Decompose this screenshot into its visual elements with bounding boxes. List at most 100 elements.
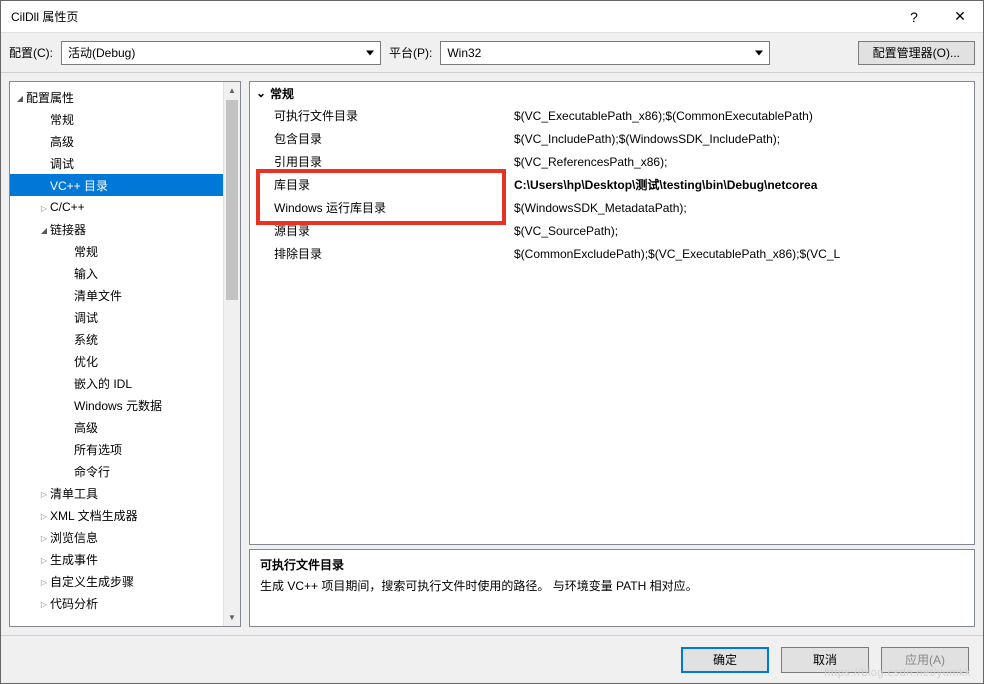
tree-item[interactable]: 嵌入的 IDL — [10, 372, 240, 394]
tree-item[interactable]: 命令行 — [10, 460, 240, 482]
tree-item-label: 常规 — [74, 243, 98, 260]
tree-scrollbar[interactable]: ▲ ▼ — [223, 82, 240, 626]
tree-item[interactable]: 生成事件 — [10, 548, 240, 570]
platform-value: Win32 — [447, 46, 481, 60]
titlebar: CilDll 属性页 ? ✕ — [1, 1, 983, 33]
expand-icon[interactable] — [14, 90, 26, 104]
property-key: 源目录 — [250, 222, 510, 239]
tree-item-label: 常规 — [50, 111, 74, 128]
property-key: 可执行文件目录 — [250, 107, 510, 124]
property-row[interactable]: Windows 运行库目录$(WindowsSDK_MetadataPath); — [250, 196, 974, 219]
tree-item-label: 浏览信息 — [50, 529, 98, 546]
property-row[interactable]: 引用目录$(VC_ReferencesPath_x86); — [250, 150, 974, 173]
tree-item-label: C/C++ — [50, 200, 85, 214]
property-value[interactable]: $(VC_IncludePath);$(WindowsSDK_IncludePa… — [510, 132, 974, 146]
tree-item[interactable]: 清单文件 — [10, 284, 240, 306]
category-tree[interactable]: 配置属性常规高级调试VC++ 目录C/C++链接器常规输入清单文件调试系统优化嵌… — [10, 82, 240, 618]
description-body: 生成 VC++ 项目期间，搜索可执行文件时使用的路径。 与环境变量 PATH 相… — [260, 577, 964, 594]
property-value[interactable]: $(VC_ExecutablePath_x86);$(CommonExecuta… — [510, 109, 974, 123]
tree-item-label: 所有选项 — [74, 441, 122, 458]
property-value[interactable]: C:\Users\hp\Desktop\测试\testing\bin\Debug… — [510, 176, 974, 193]
property-value[interactable]: $(WindowsSDK_MetadataPath); — [510, 201, 974, 215]
tree-item[interactable]: 优化 — [10, 350, 240, 372]
expand-icon[interactable] — [38, 530, 50, 544]
collapse-icon[interactable] — [38, 222, 50, 236]
tree-item[interactable]: 高级 — [10, 130, 240, 152]
description-panel: 可执行文件目录 生成 VC++ 项目期间，搜索可执行文件时使用的路径。 与环境变… — [249, 549, 975, 627]
tree-item-label: 链接器 — [50, 221, 86, 238]
tree-item[interactable]: 输入 — [10, 262, 240, 284]
tree-item[interactable]: VC++ 目录 — [10, 174, 240, 196]
expand-icon[interactable] — [38, 552, 50, 566]
property-key: 库目录 — [250, 176, 510, 193]
expand-icon[interactable] — [256, 86, 270, 100]
expand-icon[interactable] — [38, 596, 50, 610]
config-platform-bar: 配置(C): 活动(Debug) 平台(P): Win32 配置管理器(O)..… — [1, 33, 983, 73]
config-combo[interactable]: 活动(Debug) — [61, 41, 381, 65]
apply-button[interactable]: 应用(A) — [881, 647, 969, 673]
tree-item[interactable]: 系统 — [10, 328, 240, 350]
tree-item[interactable]: 链接器 — [10, 218, 240, 240]
tree-item[interactable]: 所有选项 — [10, 438, 240, 460]
scroll-down-icon[interactable]: ▼ — [224, 609, 240, 626]
cancel-button[interactable]: 取消 — [781, 647, 869, 673]
property-page-dialog: CilDll 属性页 ? ✕ 配置(C): 活动(Debug) 平台(P): W… — [0, 0, 984, 684]
tree-item[interactable]: 常规 — [10, 240, 240, 262]
property-value[interactable]: $(VC_SourcePath); — [510, 224, 974, 238]
tree-item[interactable]: 浏览信息 — [10, 526, 240, 548]
ok-button[interactable]: 确定 — [681, 647, 769, 673]
tree-item-label: 高级 — [50, 133, 74, 150]
property-value[interactable]: $(CommonExcludePath);$(VC_ExecutablePath… — [510, 247, 974, 261]
config-value: 活动(Debug) — [68, 44, 135, 61]
tree-item[interactable]: 调试 — [10, 152, 240, 174]
expand-icon[interactable] — [38, 486, 50, 500]
dialog-footer: 确定 取消 应用(A) https://blog.csdn.net/yumkk — [1, 635, 983, 683]
platform-combo[interactable]: Win32 — [440, 41, 770, 65]
right-panel: 常规 可执行文件目录$(VC_ExecutablePath_x86);$(Com… — [249, 81, 975, 627]
tree-item-label: 输入 — [74, 265, 98, 282]
tree-item-label: XML 文档生成器 — [50, 507, 138, 524]
property-grid[interactable]: 常规 可执行文件目录$(VC_ExecutablePath_x86);$(Com… — [249, 81, 975, 545]
property-row[interactable]: 排除目录$(CommonExcludePath);$(VC_Executable… — [250, 242, 974, 265]
property-key: 排除目录 — [250, 245, 510, 262]
tree-item-label: 命令行 — [74, 463, 110, 480]
tree-item[interactable]: 自定义生成步骤 — [10, 570, 240, 592]
tree-item[interactable]: XML 文档生成器 — [10, 504, 240, 526]
config-manager-button[interactable]: 配置管理器(O)... — [858, 41, 975, 65]
tree-item[interactable]: 代码分析 — [10, 592, 240, 614]
property-row[interactable]: 可执行文件目录$(VC_ExecutablePath_x86);$(Common… — [250, 104, 974, 127]
tree-root-label: 配置属性 — [26, 89, 74, 106]
tree-item-label: 嵌入的 IDL — [74, 375, 132, 392]
tree-item-label: 优化 — [74, 353, 98, 370]
main-area: 配置属性常规高级调试VC++ 目录C/C++链接器常规输入清单文件调试系统优化嵌… — [1, 73, 983, 635]
group-label: 常规 — [270, 85, 294, 102]
tree-item[interactable]: 高级 — [10, 416, 240, 438]
property-row[interactable]: 库目录C:\Users\hp\Desktop\测试\testing\bin\De… — [250, 173, 974, 196]
tree-item[interactable]: 调试 — [10, 306, 240, 328]
scroll-up-icon[interactable]: ▲ — [224, 82, 240, 99]
property-row[interactable]: 源目录$(VC_SourcePath); — [250, 219, 974, 242]
tree-item[interactable]: C/C++ — [10, 196, 240, 218]
group-header[interactable]: 常规 — [250, 82, 974, 104]
close-button[interactable]: ✕ — [937, 1, 983, 33]
description-title: 可执行文件目录 — [260, 556, 964, 573]
scroll-thumb[interactable] — [226, 100, 238, 300]
tree-root[interactable]: 配置属性 — [10, 86, 240, 108]
tree-item-label: 调试 — [50, 155, 74, 172]
property-row[interactable]: 包含目录$(VC_IncludePath);$(WindowsSDK_Inclu… — [250, 127, 974, 150]
config-label: 配置(C): — [9, 44, 53, 61]
tree-item[interactable]: Windows 元数据 — [10, 394, 240, 416]
expand-icon[interactable] — [38, 200, 50, 214]
tree-item-label: 生成事件 — [50, 551, 98, 568]
property-value[interactable]: $(VC_ReferencesPath_x86); — [510, 155, 974, 169]
property-key: Windows 运行库目录 — [250, 199, 510, 216]
expand-icon[interactable] — [38, 508, 50, 522]
window-title: CilDll 属性页 — [11, 8, 891, 25]
tree-item-label: 代码分析 — [50, 595, 98, 612]
tree-item-label: 自定义生成步骤 — [50, 573, 134, 590]
tree-item[interactable]: 常规 — [10, 108, 240, 130]
tree-item[interactable]: 清单工具 — [10, 482, 240, 504]
help-button[interactable]: ? — [891, 1, 937, 33]
category-tree-panel: 配置属性常规高级调试VC++ 目录C/C++链接器常规输入清单文件调试系统优化嵌… — [9, 81, 241, 627]
expand-icon[interactable] — [38, 574, 50, 588]
